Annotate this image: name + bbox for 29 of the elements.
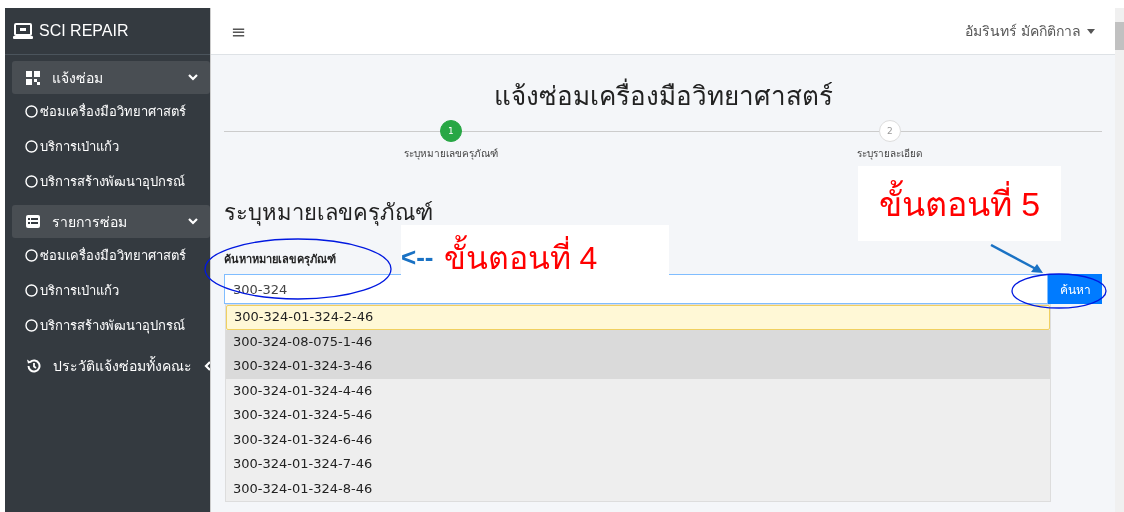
step-number: 2 [878,120,901,142]
annotation-note: ขั้นตอนที่ 5 [858,166,1061,241]
sidebar-group-item[interactable]: ประวัติแจ้งซ่อมทั้งคณะ [12,349,210,382]
page-title: แจ้งซ่อมเครื่องมือวิทยาศาสตร์ [224,75,1102,116]
sidebar-item[interactable]: บริการสร้างพัฒนาอุปกรณ์ [5,164,210,199]
suggestion-item[interactable]: 300-324-08-075-1-46 [226,329,1050,354]
sidebar-item[interactable]: ซ่อมเครื่องมือวิทยาศาสตร์ [5,238,210,273]
field-label: ค้นหาหมายเลขครุภัณฑ์ [224,252,336,268]
step-number: 1 [439,120,462,142]
sidebar-group-item[interactable]: รายการซ่อม [12,205,210,238]
sidebar-item[interactable]: ซ่อมเครื่องมือวิทยาศาสตร์ [5,94,210,129]
search-button[interactable]: ค้นหา [1048,274,1102,304]
sidebar-group-item[interactable]: แจ้งซ่อม [12,61,210,94]
suggestion-item[interactable]: 300-324-01-324-2-46 [226,305,1050,330]
step-label: ระบุหมายเลขครุภัณฑ์ [403,147,498,161]
suggestion-item[interactable]: 300-324-01-324-6-46 [226,427,1050,452]
step-label: ระบุรายละเอียด [857,147,923,161]
sidebar-item[interactable]: บริการสร้างพัฒนาอุปกรณ์ [5,308,210,343]
suggestion-item[interactable]: 300-324-01-324-5-46 [226,403,1050,428]
suggestion-item[interactable]: 300-324-01-324-3-46 [226,354,1050,379]
user-menu[interactable]: อัมรินทร์ มัคกิติกาล [964,20,1095,42]
suggestion-item[interactable]: 300-324-01-324-7-46 [226,452,1050,477]
sidebar-item[interactable]: บริการเป่าแก้ว [5,273,210,308]
section-title: ระบุหมายเลขครุภัณฑ์ [224,199,433,228]
suggestion-item[interactable]: 300-324-01-324-4-46 [226,378,1050,403]
suggestion-item[interactable]: 300-324-01-324-8-46 [226,476,1050,501]
menu-button[interactable]: ≡ [231,20,247,42]
brand-name[interactable]: SCI REPAIR [39,22,129,40]
sidebar-item[interactable]: บริการเป่าแก้ว [5,129,210,164]
